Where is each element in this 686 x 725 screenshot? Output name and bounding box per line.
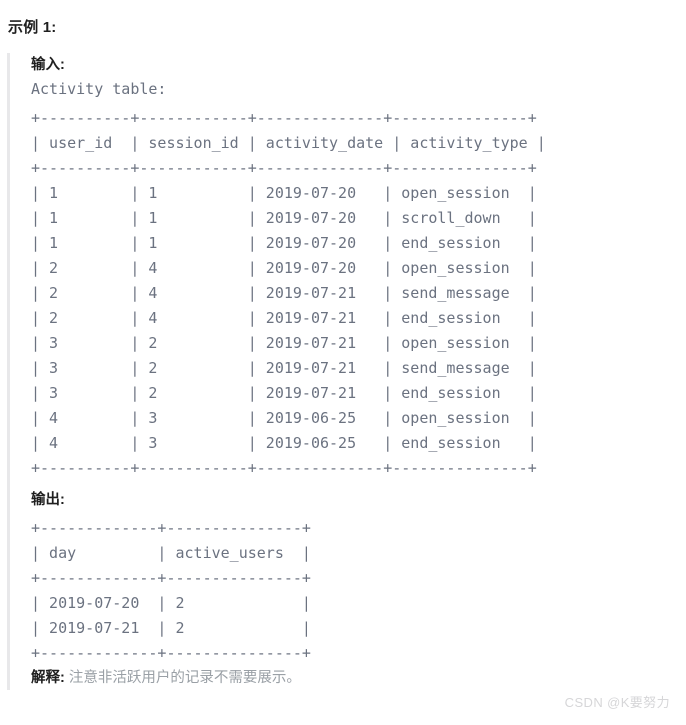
explanation-text: 注意非活跃用户的记录不需要展示。 [64, 670, 301, 686]
example-title: 示例 1: [8, 19, 57, 36]
explanation-key: 解释: [31, 670, 65, 686]
activity-table-ascii: +----------+------------+--------------+… [31, 109, 546, 477]
input-label: 输入: [31, 57, 65, 73]
result-table-ascii: +-------------+---------------+ | day | … [31, 519, 311, 662]
example-quote-block: 输入: Activity table: +----------+--------… [7, 53, 679, 690]
explanation-line: 解释: 注意非活跃用户的记录不需要展示。 [31, 666, 679, 690]
example-page: 示例 1: 输入: Activity table: +----------+--… [0, 0, 686, 725]
output-label: 输出: [31, 492, 65, 508]
csdn-watermark: CSDN @K要努力 [564, 695, 670, 710]
input-table-caption: Activity table: [31, 80, 167, 98]
